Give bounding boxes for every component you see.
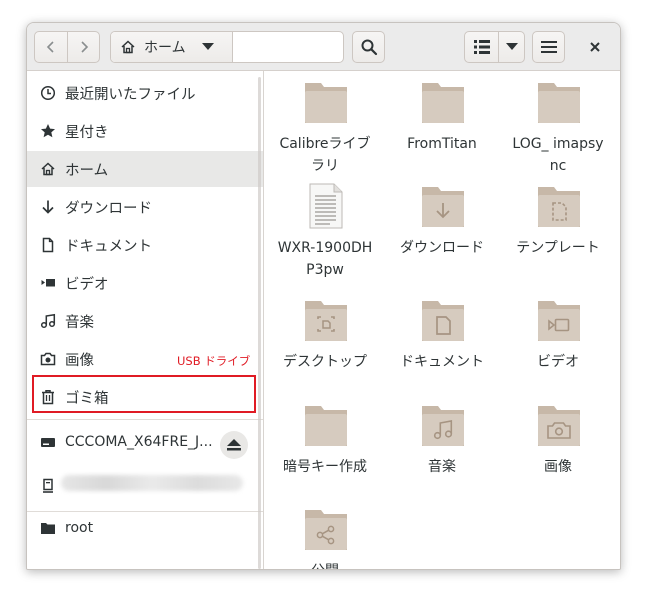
eject-button[interactable] [220,431,248,459]
search-button[interactable] [352,31,385,63]
view-toggle-group [464,31,525,63]
document-icon [42,237,54,253]
folder-download-icon [422,187,464,227]
list-view-button[interactable] [465,32,498,62]
sidebar-item-recent[interactable]: 最近開いたファイル [27,75,263,111]
file-name: テンプレート [516,240,600,256]
file-name: デスクトップ [283,354,367,370]
sidebar-item-label: 最近開いたファイル [65,86,196,103]
sidebar-item-label: ホーム [65,162,109,179]
folder-icon [422,83,464,123]
folder-icon [305,406,347,446]
sidebar-item-label: ビデオ [65,276,109,293]
file-name: ドキュメント [400,354,484,370]
sidebar: 最近開いたファイル 星付き ホーム ダウンロード ドキュメント ビデオ 音楽 画… [27,71,264,569]
file-name: 音楽 [428,459,456,475]
file-name: ダウンロード [400,240,484,256]
dropdown-triangle-icon [505,43,518,50]
sidebar-item-label: 音楽 [65,314,94,331]
file-name: 暗号キー作成 [283,459,367,475]
folder-music-icon [422,406,464,446]
folder-desktop-icon [305,301,347,341]
sidebar-item-label: ダウンロード [65,200,152,217]
chevron-right-icon [81,41,89,53]
sidebar-item-root[interactable]: root [27,510,263,546]
sidebar-item-label: 画像 [65,352,94,369]
file-name: WXR-1900DHP3pw [277,240,373,278]
back-button[interactable] [35,32,67,62]
path-crumb-label: ホーム [144,40,186,56]
view-options-button[interactable] [499,32,524,62]
sidebar-item-downloads[interactable]: ダウンロード [27,189,263,225]
music-note-icon [40,313,56,329]
folder-pictures-icon [538,406,580,446]
file-name: 公開 [275,560,375,569]
forward-button[interactable] [68,32,100,62]
file-name: ビデオ [537,354,579,370]
computer-icon [43,478,53,493]
file-manager-window: ホーム 最近開いたファイル 星付き ホーム ダウンロード ドキュメント ビデオ … [26,22,621,570]
folder-icon [538,83,580,123]
search-icon [361,39,377,56]
dropdown-triangle-icon[interactable] [201,43,214,51]
file-name: Calibreライブラリ [279,136,371,174]
sidebar-item-label: ドキュメント [65,238,152,255]
usb-drive-label: CCCOMA_X64FRE_J... [65,434,213,450]
sidebar-item-label: 星付き [65,124,109,141]
file-name: 画像 [544,459,572,475]
menu-button[interactable] [532,31,565,63]
sidebar-item-label: root [65,520,94,536]
clock-icon [40,85,56,101]
close-window-button[interactable] [583,36,607,58]
sidebar-scrollbar[interactable] [258,77,261,569]
navigation-buttons [34,31,100,63]
sidebar-item-documents[interactable]: ドキュメント [27,227,263,263]
home-icon [41,162,55,176]
camera-icon [40,352,56,366]
download-arrow-icon [42,200,54,214]
usb-drive-annotation-label: USB ドライブ [177,354,251,368]
file-name: FromTitan [407,136,477,152]
folder-publicshare-icon [305,510,347,550]
home-icon [121,40,135,54]
sidebar-item-starred[interactable]: 星付き [27,113,263,149]
file-name: LOG_ imapsync [512,136,604,174]
sidebar-item-videos[interactable]: ビデオ [27,265,263,301]
folder-documents-icon [422,301,464,341]
drive-icon [41,438,55,447]
blurred-device-name [61,475,243,491]
folder-templates-icon [538,187,580,227]
eject-icon [227,439,241,451]
sidebar-item-music[interactable]: 音楽 [27,303,263,339]
sidebar-separator [27,419,263,420]
folder-icon [305,83,347,123]
path-bar: ホーム [110,31,344,63]
chevron-left-icon [46,41,54,53]
folder-videos-icon [538,301,580,341]
sidebar-item-home[interactable]: ホーム [27,151,263,187]
video-icon [41,279,55,287]
path-crumb-home[interactable]: ホーム [111,32,233,62]
text-file-icon [309,183,343,229]
close-icon [590,42,600,52]
star-icon [41,124,55,138]
hamburger-menu-icon [540,41,557,53]
header-bar: ホーム [27,23,620,71]
usb-drive-highlight-box [32,375,256,413]
list-view-icon [473,40,490,54]
folder-icon [41,523,55,534]
file-grid: Calibreライブラリ FromTitan LOG_ imapsync WXR… [264,71,620,569]
